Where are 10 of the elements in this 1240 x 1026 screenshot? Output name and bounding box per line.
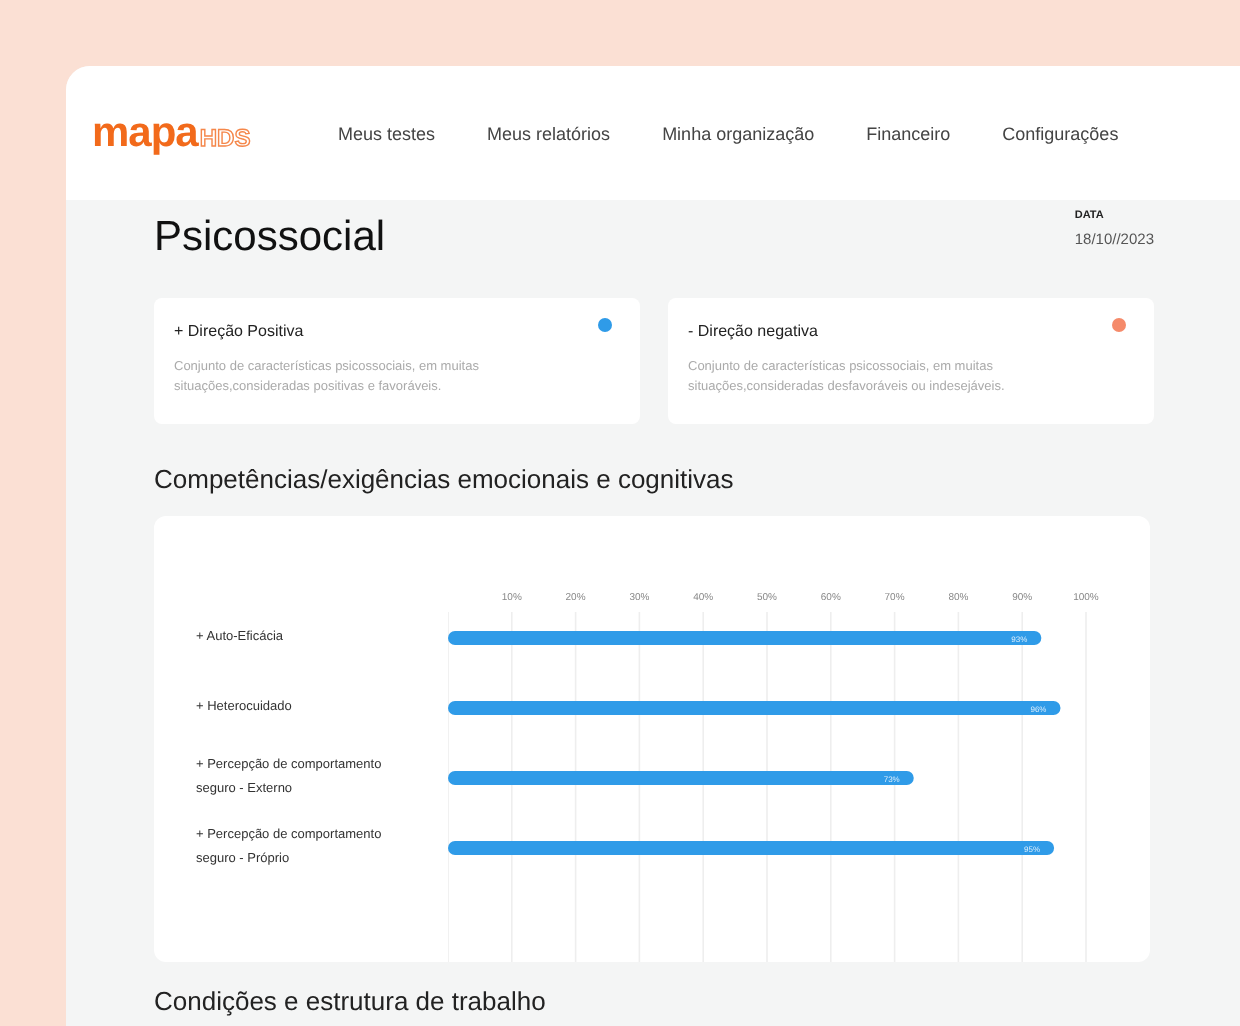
legend-title: + Direção Positiva (174, 322, 304, 340)
page-title: Psicossocial (154, 212, 386, 264)
section-title: Condições e estrutura de trabalho (154, 986, 548, 1018)
nav-link[interactable]: Minha organização (662, 123, 815, 143)
nav-link[interactable]: Configurações (1002, 123, 1119, 143)
nav-link[interactable]: Meus testes (338, 123, 436, 143)
nav-link[interactable]: Meus relatórios (487, 123, 611, 143)
legend-title: - Direção negativa (688, 322, 818, 340)
nav-link[interactable]: Financeiro (866, 123, 951, 143)
section-title: Competências/exigências emocionais e cognitivas (154, 464, 736, 496)
